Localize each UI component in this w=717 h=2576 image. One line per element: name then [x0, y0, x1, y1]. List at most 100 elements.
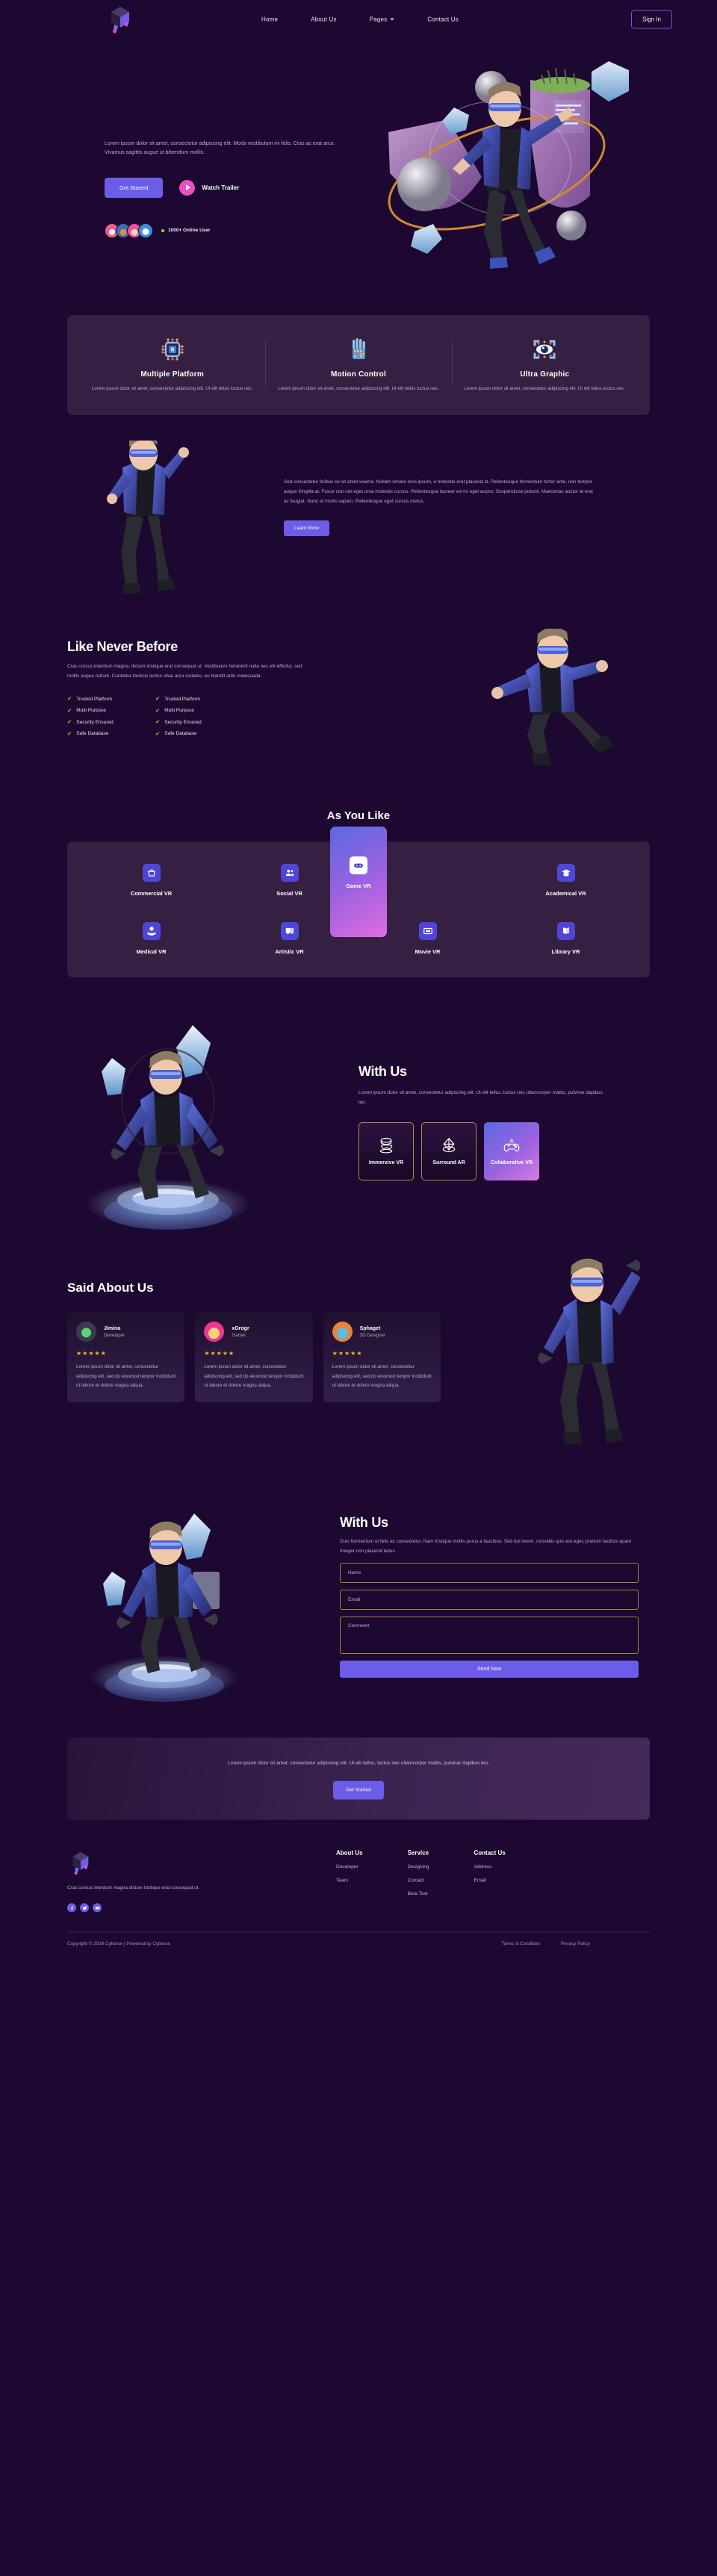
people-icon	[280, 864, 299, 883]
list-item: ✔ Trusted Platform	[155, 696, 243, 702]
vr-headset-icon	[379, 1138, 393, 1154]
top-navigation: Home About Us Pages Contact Us Sign In	[67, 0, 672, 39]
list-item-label: Trusted Platform	[164, 696, 201, 702]
lnb-text: Like Never Before Cras cursus interdum m…	[67, 639, 314, 742]
list-item: ✔ Security Ensured	[67, 719, 155, 725]
facebook-icon	[70, 1905, 73, 1910]
footer-column-contact-us: Contact Us Address Email	[474, 1849, 505, 1912]
testimonial-name: Sphaget	[359, 1325, 381, 1331]
as-you-like-grid: Commercial VR Social VR Academical VR Me…	[67, 827, 650, 978]
list-item: ✔ Trusted Platform	[67, 696, 155, 702]
watch-trailer-button[interactable]: Watch Trailer	[179, 179, 240, 196]
info-section: Sed consectetur finibus ex sit amet vive…	[67, 432, 650, 597]
send-now-button[interactable]: Send Now	[340, 1661, 639, 1679]
footer-link[interactable]: Contact	[408, 1878, 429, 1883]
tab-surround-ar[interactable]: Surround AR	[421, 1122, 477, 1181]
list-item-label: Safe Database	[76, 731, 109, 737]
rating-stars: ★★★★★	[204, 1350, 235, 1357]
chevron-down-icon	[390, 18, 395, 21]
robotic-hand-icon	[276, 335, 441, 364]
footer-link[interactable]: Beta Test	[408, 1891, 429, 1897]
tab-immersive-vr[interactable]: Immersive VR	[358, 1122, 414, 1181]
nav-link-contact-us[interactable]: Contact Us	[427, 16, 459, 23]
footer-link[interactable]: Email	[474, 1878, 505, 1883]
cta-banner: Lorem ipsum dolor sit amet, consectetur …	[67, 1737, 650, 1820]
nav-link-pages[interactable]: Pages	[370, 16, 395, 23]
feature-title: Ultra Graphic	[520, 370, 570, 379]
brand-logo[interactable]	[105, 4, 136, 35]
ayl-item-label: Library VR	[551, 948, 580, 956]
testimonial-header: Sphaget 3D Designer	[332, 1322, 432, 1343]
footer-column-title: About Us	[336, 1849, 363, 1857]
rating-stars: ★★★★★	[76, 1350, 107, 1357]
footer-link[interactable]: Address	[474, 1864, 505, 1870]
list-item: ✔ Safe Database	[155, 731, 243, 737]
footer-link[interactable]: Designing	[408, 1864, 429, 1870]
footer-link[interactable]: Team	[336, 1878, 363, 1883]
check-icon: ✔	[155, 718, 161, 726]
as-you-like-section: As You Like Commercial VR Social VR Acad…	[67, 809, 650, 978]
lnb-illustration	[448, 627, 650, 771]
hero-section: Lorem ipsum dolor sit amet, consectetur …	[67, 39, 650, 285]
ayl-item-commercial-vr[interactable]: Commercial VR	[82, 864, 220, 897]
get-started-button[interactable]: Get Started	[105, 177, 164, 198]
sign-in-button[interactable]: Sign In	[631, 10, 672, 29]
testimonial-card: xGrogr Gamer ★★★★★ Lorem ipsum dolor sit…	[195, 1312, 313, 1402]
ayl-item-medical-vr[interactable]: Medical VR	[82, 922, 220, 955]
watch-trailer-label: Watch Trailer	[202, 184, 240, 191]
ayl-item-game-vr[interactable]: Game VR	[330, 827, 387, 938]
testimonial-card: Jimina Developer ★★★★★ Lorem ipsum dolor…	[67, 1312, 185, 1402]
nav-link-about-us[interactable]: About Us	[311, 16, 337, 23]
youtube-link[interactable]	[93, 1903, 102, 1913]
feature-description: Lorem ipsum dolor sit amet, consectetur …	[91, 386, 253, 391]
with-us-tabs: Immersive VR Surround AR Collaborative V…	[358, 1122, 650, 1181]
name-input[interactable]	[340, 1563, 639, 1584]
check-icon: ✔	[67, 695, 72, 703]
comment-textarea[interactable]	[340, 1617, 639, 1655]
footer-column-about-us: About Us Developer Team	[336, 1849, 363, 1912]
twitter-link[interactable]	[80, 1903, 89, 1913]
testimonial-name: xGrogr	[232, 1325, 249, 1331]
testimonial-role: Gamer	[232, 1332, 246, 1338]
feature-title: Multiple Platform	[140, 370, 204, 379]
check-icon: ✔	[155, 729, 161, 737]
ayl-item-label: Medical VR	[136, 948, 167, 956]
testimonial-body: Lorem ipsum dolor sit amet, consectetur …	[76, 1364, 176, 1388]
learn-more-button[interactable]: Learn More	[284, 520, 330, 536]
terms-link[interactable]: Terms & Condition	[501, 1941, 539, 1947]
ayl-item-academical-vr[interactable]: Academical VR	[497, 864, 635, 897]
feature-strip: Multiple Platform Lorem ipsum dolor sit …	[67, 315, 650, 416]
diamond-icon	[442, 1138, 456, 1153]
footer-logo[interactable]	[67, 1849, 94, 1876]
footer-socials	[67, 1903, 314, 1913]
testimonial-header: Jimina Developer	[76, 1322, 176, 1343]
with-us-text: With Us Lorem ipsum dolor sit amet, cons…	[358, 1064, 650, 1181]
facebook-link[interactable]	[67, 1903, 76, 1913]
check-icon: ✔	[155, 706, 161, 714]
footer-link-columns: About Us Developer Team Service Designin…	[314, 1849, 506, 1912]
avatar	[76, 1322, 96, 1343]
screen-icon	[418, 922, 437, 941]
cta-get-started-button[interactable]: Get Started	[333, 1780, 384, 1799]
footer-link[interactable]: Developer	[336, 1864, 363, 1870]
privacy-link[interactable]: Privacy Policy	[561, 1941, 590, 1947]
basket-icon	[142, 864, 161, 883]
tab-label: Surround AR	[432, 1160, 465, 1166]
tab-collaborative-vr[interactable]: Collaborative VR	[484, 1122, 539, 1181]
ayl-item-label: Commercial VR	[130, 890, 173, 897]
feature-description: Lorem ipsum dolor sit amet, consectetur …	[278, 386, 439, 391]
avatar	[332, 1322, 353, 1343]
ayl-item-library-vr[interactable]: Library VR	[497, 922, 635, 955]
list-item-label: Multi Purpose	[164, 708, 195, 714]
email-input[interactable]	[340, 1590, 639, 1611]
footer-column-title: Contact Us	[474, 1849, 506, 1857]
play-icon	[179, 179, 196, 196]
footer-bottom: Copyright © 2024 Cyberse | Powered by Cy…	[67, 1941, 650, 1947]
online-users: 1000+ Online User	[161, 228, 211, 233]
like-never-before-section: Like Never Before Cras cursus interdum m…	[67, 627, 650, 778]
theatre-masks-icon	[280, 922, 299, 941]
ayl-item-label: Artistic VR	[275, 948, 304, 956]
feature-card-multiple-platform: Multiple Platform Lorem ipsum dolor sit …	[79, 335, 265, 393]
nav-link-home[interactable]: Home	[261, 16, 278, 23]
with-us-illustration	[75, 1012, 261, 1236]
